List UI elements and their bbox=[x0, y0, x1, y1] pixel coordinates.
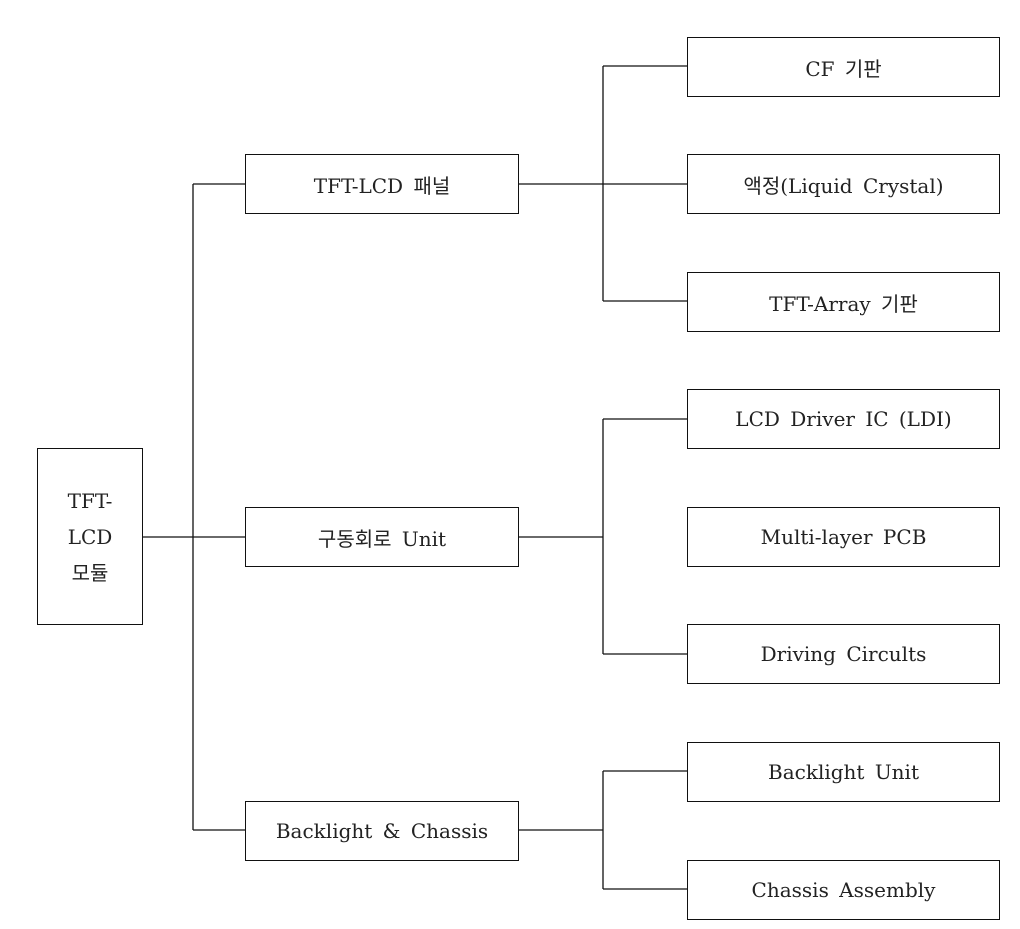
leaf-node: Chassis Assembly bbox=[687, 860, 1000, 920]
leaf-node: CF 기판 bbox=[687, 37, 1000, 97]
root-line: TFT- bbox=[67, 488, 113, 513]
leaf-node: Multi-layer PCB bbox=[687, 507, 1000, 567]
leaf-node: LCD Driver IC (LDI) bbox=[687, 389, 1000, 449]
leaf-node: Backlight Unit bbox=[687, 742, 1000, 802]
branch-node-backlight-chassis: Backlight & Chassis bbox=[245, 801, 519, 861]
branch-node-driver-unit: 구동회로 Unit bbox=[245, 507, 519, 567]
leaf-node: Driving Circults bbox=[687, 624, 1000, 684]
leaf-node: 액정(Liquid Crystal) bbox=[687, 154, 1000, 214]
root-line: LCD bbox=[67, 524, 113, 549]
branch-node-panel: TFT-LCD 패널 bbox=[245, 154, 519, 214]
root-node: TFT- LCD 모듈 bbox=[37, 448, 143, 625]
leaf-node: TFT-Array 기판 bbox=[687, 272, 1000, 332]
root-line: 모듈 bbox=[71, 560, 109, 585]
